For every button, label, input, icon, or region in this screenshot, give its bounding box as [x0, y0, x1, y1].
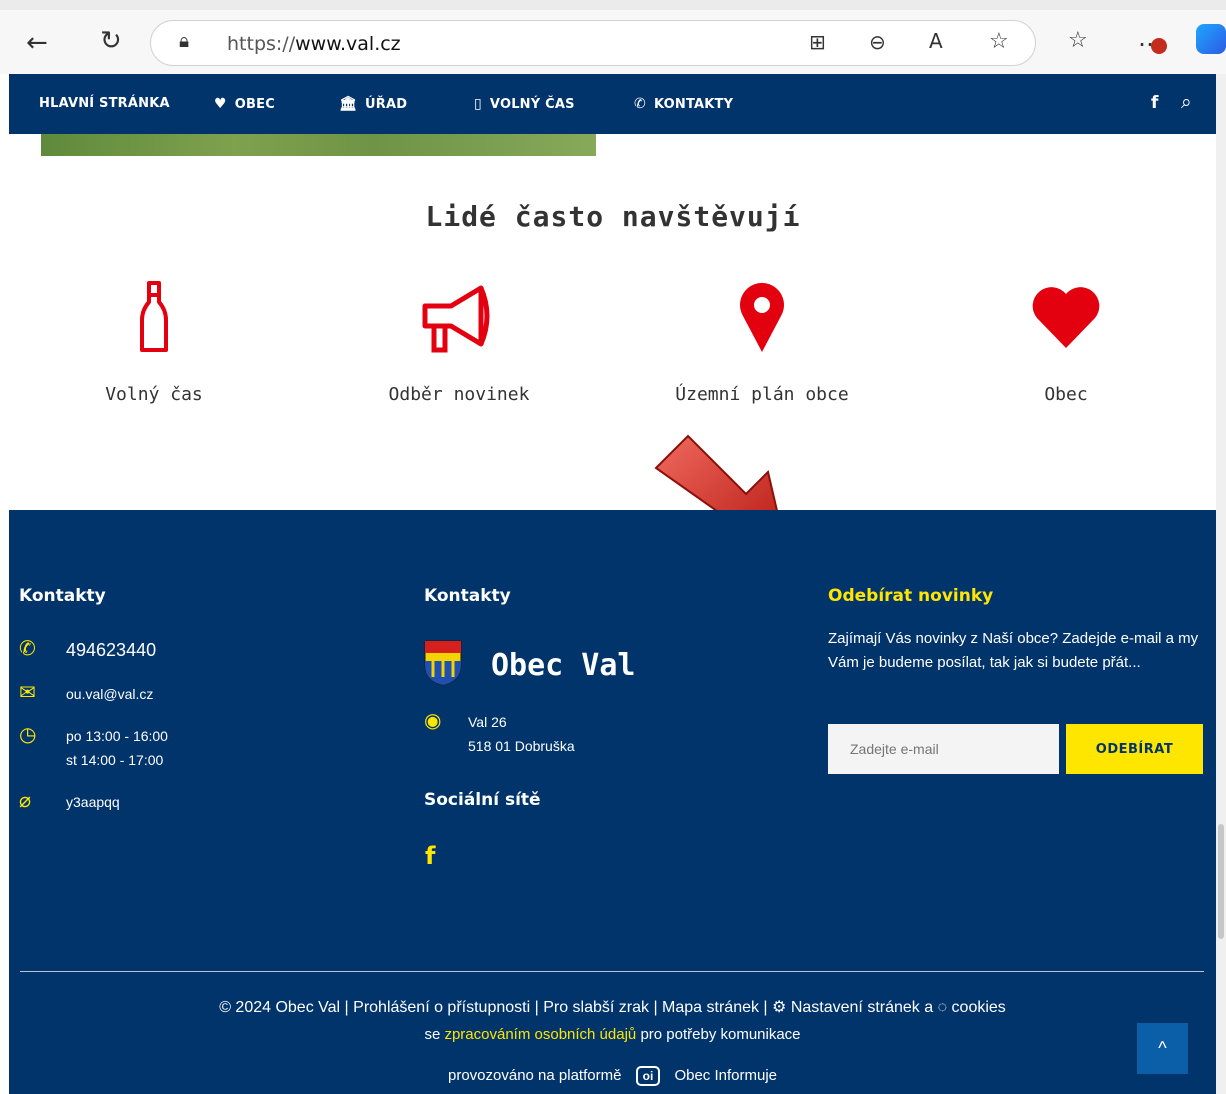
platform-name[interactable]: Obec Informuje — [674, 1067, 777, 1084]
zoom-out-icon[interactable]: ⊖ — [869, 32, 886, 52]
scrollbar-thumb[interactable] — [1218, 824, 1224, 939]
map-pin-icon — [740, 282, 784, 352]
coat-of-arms-logo — [424, 640, 462, 686]
visit-card-label: Odběr novinek — [388, 384, 530, 405]
privacy-post: pro potřeby komunikace — [640, 1026, 801, 1043]
copyright: © 2024 Obec Val — [219, 999, 341, 1016]
back-arrow-icon[interactable]: ← — [26, 30, 48, 56]
footer-privacy: se zpracováním osobních údajů pro potřeb… — [9, 1026, 1216, 1043]
contact-hours-value: po 13:00 - 16:00 st 14:00 - 17:00 — [66, 728, 168, 768]
heart-icon: ♥ — [214, 96, 227, 112]
contact-databox-value: y3aapqq — [66, 794, 120, 810]
copilot-icon[interactable] — [1196, 24, 1226, 54]
address-bar[interactable]: 🔒︎ https://www.val.cz ⊞ ⊖ A ☆ — [150, 20, 1036, 66]
visit-card-obec[interactable]: Obec — [946, 280, 1186, 405]
phone-icon: ✆ — [634, 96, 646, 112]
facebook-icon[interactable]: f — [425, 842, 435, 870]
nav-item-label: ÚŘAD — [364, 97, 408, 112]
nav-item-kontakty[interactable]: ✆ KONTAKTY — [634, 96, 733, 112]
visit-card-odber-novinek[interactable]: Odběr novinek — [339, 280, 579, 405]
link-weak-sight[interactable]: Pro slabší zrak — [543, 999, 649, 1016]
newsletter-email-input[interactable] — [828, 724, 1059, 774]
notification-badge — [1151, 38, 1167, 54]
social-title: Sociální sítě — [424, 790, 541, 810]
site-info-icon[interactable]: 🔒︎ — [179, 32, 189, 51]
scrollbar[interactable] — [1216, 74, 1226, 1094]
privacy-link[interactable]: zpracováním osobních údajů — [444, 1026, 636, 1043]
nav-item-volny-cas[interactable]: ▯ VOLNÝ ČAS — [474, 96, 575, 112]
app-available-icon[interactable]: ⊞ — [809, 32, 826, 52]
bottle-icon — [140, 281, 168, 352]
megaphone-icon — [422, 285, 490, 353]
link-sitemap[interactable]: Mapa stránek — [662, 999, 759, 1016]
newsletter-text: Zajímají Vás novinky z Naší obce? Zadejd… — [828, 630, 1199, 671]
scroll-to-top-button[interactable]: ^ — [1137, 1023, 1188, 1074]
footer: Kontakty ✆ 494623440 ✉ ou.val@val.cz ◷ p… — [9, 510, 1216, 1094]
visit-card-uzemni-plan[interactable]: Územní plán obce — [642, 280, 882, 405]
url-text[interactable]: https://www.val.cz — [227, 33, 401, 55]
facebook-icon[interactable]: f — [1151, 93, 1159, 113]
phone-icon: ✆ — [19, 636, 36, 660]
section-title: Lidé často navštěvují — [425, 200, 801, 233]
privacy-pre: se — [424, 1026, 441, 1043]
visit-card-volny-cas[interactable]: Volný čas — [34, 280, 274, 405]
contact-phone-value[interactable]: 494623440 — [66, 638, 156, 662]
footer-divider — [20, 971, 1204, 972]
map-pin-icon: ◉ — [424, 708, 442, 732]
contact-email: ✉ ou.val@val.cz — [19, 682, 153, 706]
favorites-list-icon[interactable]: ☆ — [1068, 30, 1088, 52]
visit-card-label: Územní plán obce — [675, 384, 849, 405]
footer-platform: provozováno na platformě oi Obec Informu… — [9, 1066, 1216, 1086]
nav-item-home[interactable]: HLAVNÍ STRÁNKA — [39, 96, 170, 111]
footer-links: © 2024 Obec Val | Prohlášení o přístupno… — [219, 999, 1006, 1016]
visit-card-label: Volný čas — [105, 384, 203, 405]
org-address-value: Val 26 518 01 Dobruška — [468, 714, 575, 754]
footer-contacts-title: Kontakty — [19, 586, 106, 606]
read-aloud-icon[interactable]: A — [929, 31, 943, 51]
contact-email-value[interactable]: ou.val@val.cz — [66, 682, 153, 706]
nav-item-label: KONTAKTY — [653, 97, 734, 112]
paperclip-icon: ⌀ — [19, 788, 32, 812]
newsletter-title: Odebírat novinky — [828, 586, 994, 606]
heart-icon — [1032, 287, 1100, 348]
nav-item-label: OBEC — [234, 97, 275, 112]
building-icon: 🏛︎ — [339, 96, 357, 112]
refresh-icon[interactable]: ↻ — [100, 28, 122, 54]
envelope-icon: ✉ — [19, 680, 36, 704]
nav-item-obec[interactable]: ♥ OBEC — [214, 96, 275, 112]
org-address: ◉ Val 26 518 01 Dobruška — [424, 710, 575, 758]
browser-toolbar: ← ↻ 🔒︎ https://www.val.cz ⊞ ⊖ A ☆ ☆ … — [0, 0, 1226, 74]
link-accessibility[interactable]: Prohlášení o přístupnosti — [353, 999, 530, 1016]
link-settings[interactable]: Nastavení stránek a — [791, 999, 933, 1016]
favorite-icon[interactable]: ☆ — [989, 31, 1009, 53]
visit-card-label: Obec — [1044, 384, 1088, 405]
contact-phone: ✆ 494623440 — [19, 638, 156, 662]
org-name: Obec Val — [491, 648, 636, 683]
contact-databox: ⌀ y3aapqq — [19, 790, 120, 814]
subscribe-button[interactable]: ODEBÍRAT — [1066, 724, 1203, 774]
tab-strip-edge — [0, 0, 1226, 10]
hero-image — [41, 134, 596, 156]
cookie-icon: ◌ — [937, 999, 948, 1016]
nav-item-urad[interactable]: 🏛︎ ÚŘAD — [339, 96, 407, 112]
gear-icon: ⚙ — [772, 999, 787, 1016]
clock-icon: ◷ — [19, 722, 37, 746]
contact-hours: ◷ po 13:00 - 16:00 st 14:00 - 17:00 — [19, 724, 168, 772]
nav-item-label: VOLNÝ ČAS — [489, 97, 575, 112]
platform-text: provozováno na platformě — [448, 1067, 622, 1084]
obec-informuje-logo[interactable]: oi — [635, 1066, 661, 1086]
bottle-icon: ▯ — [474, 96, 482, 112]
search-icon[interactable]: ⌕ — [1181, 91, 1192, 113]
main-navigation: HLAVNÍ STRÁNKA ♥ OBEC 🏛︎ ÚŘAD ▯ VOLNÝ ČAS ✆… — [9, 74, 1216, 134]
link-cookies[interactable]: cookies — [952, 999, 1006, 1016]
footer-contacts-title-2: Kontakty — [424, 586, 511, 606]
